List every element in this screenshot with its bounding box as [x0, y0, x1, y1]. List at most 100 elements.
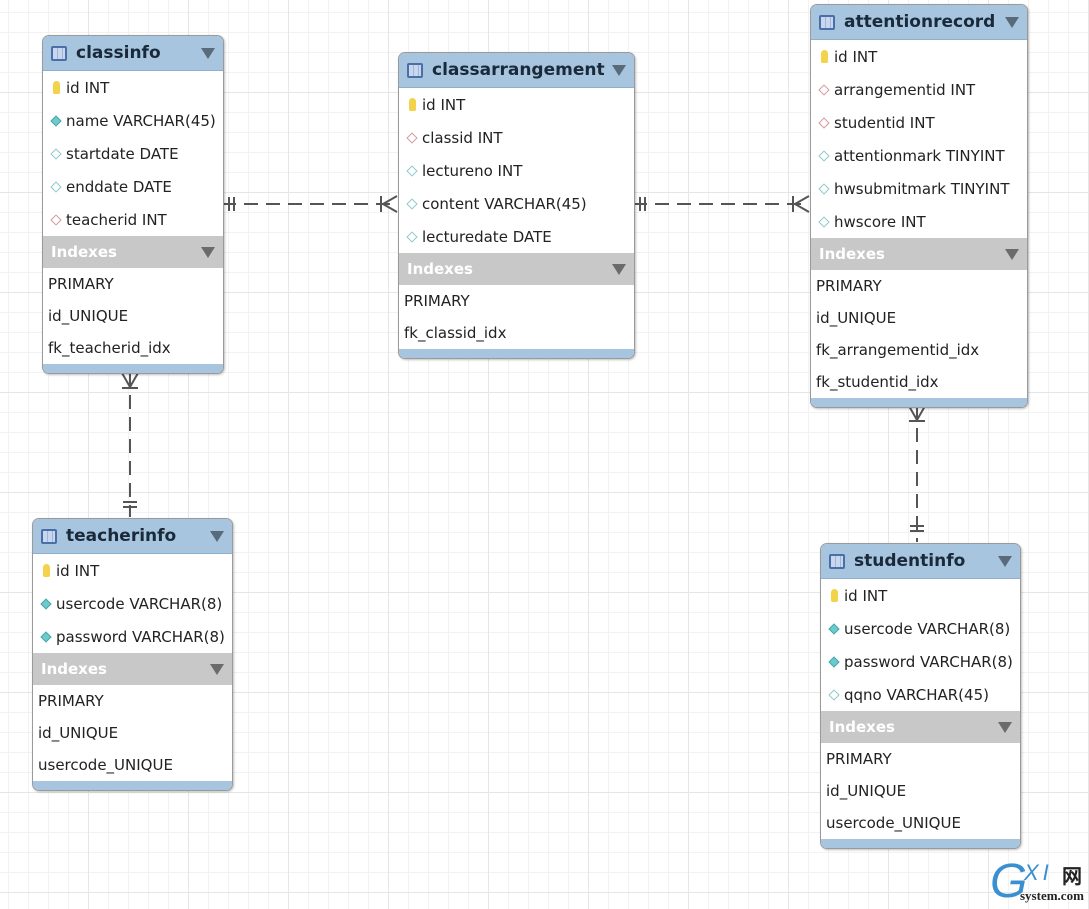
index-row[interactable]: fk_studentid_idx — [811, 366, 1027, 398]
not-null-column-icon — [828, 655, 840, 668]
collapse-toggle-icon[interactable] — [1005, 248, 1019, 260]
foreign-key-icon — [406, 131, 418, 144]
primary-key-icon — [52, 81, 60, 94]
column-label: hwscore INT — [834, 212, 926, 231]
collapse-toggle-icon[interactable] — [201, 47, 215, 59]
indexes-header[interactable]: Indexes — [399, 253, 634, 285]
column-row[interactable]: enddate DATE — [43, 170, 223, 203]
not-null-column-icon — [50, 114, 62, 127]
column-label: lectureno INT — [422, 161, 523, 180]
column-row[interactable]: usercode VARCHAR(8) — [821, 612, 1020, 645]
table-teacherinfo[interactable]: teacherinfo id INT usercode VARCHAR(8) p… — [32, 518, 233, 791]
index-row[interactable]: PRIMARY — [33, 685, 232, 717]
column-label: name VARCHAR(45) — [66, 111, 216, 130]
column-label: enddate DATE — [66, 177, 172, 196]
column-row[interactable]: password VARCHAR(8) — [821, 645, 1020, 678]
column-label: id INT — [66, 78, 110, 97]
column-row[interactable]: classid INT — [399, 121, 634, 154]
index-row[interactable]: PRIMARY — [811, 270, 1027, 302]
index-row[interactable]: PRIMARY — [399, 285, 634, 317]
table-name: classarrangement — [432, 60, 605, 80]
column-row[interactable]: attentionmark TINYINT — [811, 139, 1027, 172]
column-label: usercode VARCHAR(8) — [844, 619, 1011, 638]
column-row[interactable]: qqno VARCHAR(45) — [821, 678, 1020, 711]
column-row[interactable]: id INT — [399, 88, 634, 121]
table-header[interactable]: teacherinfo — [33, 519, 232, 554]
column-row[interactable]: teacherid INT — [43, 203, 223, 236]
table-classinfo[interactable]: classinfo id INT name VARCHAR(45) startd… — [42, 35, 224, 374]
collapse-toggle-icon[interactable] — [1005, 16, 1019, 28]
column-row[interactable]: id INT — [33, 554, 232, 587]
not-null-column-icon — [40, 630, 52, 643]
index-row[interactable]: usercode_UNIQUE — [821, 807, 1020, 839]
primary-key-icon — [820, 50, 828, 63]
table-header[interactable]: attentionrecord — [811, 5, 1027, 40]
indexes-header[interactable]: Indexes — [811, 238, 1027, 270]
column-row[interactable]: arrangementid INT — [811, 73, 1027, 106]
table-studentinfo[interactable]: studentinfo id INT usercode VARCHAR(8) p… — [820, 543, 1021, 849]
collapse-toggle-icon[interactable] — [998, 721, 1012, 733]
primary-key-icon — [830, 589, 838, 602]
column-row[interactable]: content VARCHAR(45) — [399, 187, 634, 220]
column-row[interactable]: hwsubmitmark TINYINT — [811, 172, 1027, 205]
index-row[interactable]: usercode_UNIQUE — [33, 749, 232, 781]
index-row[interactable]: PRIMARY — [43, 268, 223, 300]
table-name: teacherinfo — [66, 526, 177, 546]
column-label: classid INT — [422, 128, 503, 147]
index-row[interactable]: id_UNIQUE — [43, 300, 223, 332]
nullable-column-icon — [818, 149, 830, 162]
indexes-header[interactable]: Indexes — [43, 236, 223, 268]
index-row[interactable]: fk_classid_idx — [399, 317, 634, 349]
table-header[interactable]: studentinfo — [821, 544, 1020, 579]
index-row[interactable]: fk_teacherid_idx — [43, 332, 223, 364]
nullable-column-icon — [406, 164, 418, 177]
column-row[interactable]: hwscore INT — [811, 205, 1027, 238]
index-row[interactable]: fk_arrangementid_idx — [811, 334, 1027, 366]
table-footer — [399, 349, 634, 358]
nullable-column-icon — [406, 230, 418, 243]
nullable-column-icon — [50, 147, 62, 160]
collapse-toggle-icon[interactable] — [210, 530, 224, 542]
table-classarrangement[interactable]: classarrangement id INT classid INT lect… — [398, 52, 635, 359]
column-label: qqno VARCHAR(45) — [844, 685, 989, 704]
indexes-label: Indexes — [51, 243, 117, 261]
table-attentionrecord[interactable]: attentionrecord id INT arrangementid INT… — [810, 4, 1028, 408]
primary-key-icon — [42, 564, 50, 577]
column-label: id INT — [56, 561, 100, 580]
column-row[interactable]: studentid INT — [811, 106, 1027, 139]
column-row[interactable]: usercode VARCHAR(8) — [33, 587, 232, 620]
not-null-column-icon — [828, 622, 840, 635]
collapse-toggle-icon[interactable] — [612, 64, 626, 76]
nullable-column-icon — [50, 180, 62, 193]
column-row[interactable]: password VARCHAR(8) — [33, 620, 232, 653]
column-label: content VARCHAR(45) — [422, 194, 587, 213]
column-row[interactable]: id INT — [821, 579, 1020, 612]
table-name: attentionrecord — [844, 12, 996, 32]
column-row[interactable]: name VARCHAR(45) — [43, 104, 223, 137]
index-row[interactable]: id_UNIQUE — [33, 717, 232, 749]
column-row[interactable]: lecturedate DATE — [399, 220, 634, 253]
watermark-logo: G XI 网 system.com — [990, 855, 1084, 908]
index-row[interactable]: id_UNIQUE — [811, 302, 1027, 334]
indexes-label: Indexes — [819, 245, 885, 263]
collapse-toggle-icon[interactable] — [612, 263, 626, 275]
column-label: hwsubmitmark TINYINT — [834, 179, 1010, 198]
collapse-toggle-icon[interactable] — [210, 663, 224, 675]
column-row[interactable]: lectureno INT — [399, 154, 634, 187]
column-label: password VARCHAR(8) — [56, 627, 225, 646]
table-header[interactable]: classarrangement — [399, 53, 634, 88]
watermark-domain: system.com — [1020, 888, 1084, 903]
table-footer — [811, 398, 1027, 407]
table-icon — [819, 14, 835, 30]
indexes-header[interactable]: Indexes — [821, 711, 1020, 743]
column-row[interactable]: startdate DATE — [43, 137, 223, 170]
indexes-header[interactable]: Indexes — [33, 653, 232, 685]
column-row[interactable]: id INT — [811, 40, 1027, 73]
table-footer — [821, 839, 1020, 848]
column-row[interactable]: id INT — [43, 71, 223, 104]
collapse-toggle-icon[interactable] — [201, 246, 215, 258]
index-row[interactable]: id_UNIQUE — [821, 775, 1020, 807]
table-header[interactable]: classinfo — [43, 36, 223, 71]
collapse-toggle-icon[interactable] — [998, 555, 1012, 567]
index-row[interactable]: PRIMARY — [821, 743, 1020, 775]
